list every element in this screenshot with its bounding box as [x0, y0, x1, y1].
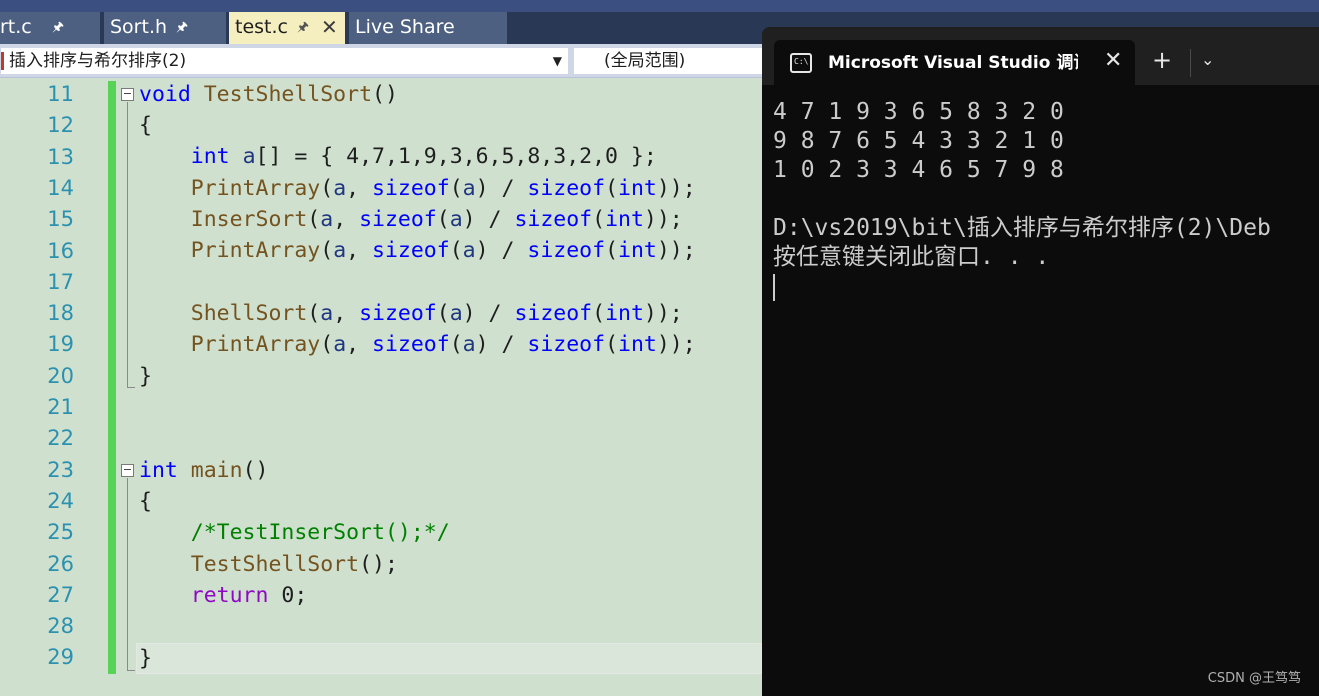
pin-icon[interactable]: 🖈	[176, 13, 188, 43]
terminal-tab-title: Microsoft Visual Studio 调试控制台	[828, 53, 1078, 73]
terminal-output-line: 4 7 1 9 3 6 5 8 3 2 0	[773, 99, 1064, 125]
line-number: 15	[47, 207, 74, 231]
code-editor[interactable]: 11 12 13 14 15 16 17 18 19 20 21 22 23 24 25 26 27 28 29 −…	[0, 79, 762, 696]
line-number: 19	[47, 332, 74, 356]
line-number: 29	[47, 645, 74, 669]
line-number: 25	[47, 520, 74, 544]
terminal-cursor	[773, 274, 775, 301]
line-number: 13	[47, 145, 74, 169]
tab-bar-top-strip	[0, 0, 1319, 12]
tab-sort-c[interactable]: rt.c 🖈	[0, 12, 100, 44]
collapse-icon[interactable]: −	[121, 88, 134, 101]
line-number: 24	[47, 489, 74, 513]
new-tab-plus-icon[interactable]: +	[1152, 45, 1172, 75]
line-number: 27	[47, 583, 74, 607]
fold-guide	[127, 478, 128, 670]
close-tab-icon[interactable]: ✕	[321, 12, 338, 42]
terminal-output-line: 1 0 2 3 3 4 6 5 7 9 8	[773, 157, 1064, 183]
chevron-down-icon[interactable]: ▼	[553, 48, 562, 74]
code-line-18[interactable]: ShellSort(a, sizeof(a) / sizeof(int));	[139, 298, 683, 329]
line-number: 14	[47, 176, 74, 200]
code-line-16[interactable]: PrintArray(a, sizeof(a) / sizeof(int));	[139, 235, 696, 266]
tab-sort-h-label: Sort.h	[110, 16, 168, 38]
current-line-highlight	[136, 643, 762, 674]
tab-live-share[interactable]: Live Share	[349, 12, 507, 44]
code-line-24[interactable]: {	[139, 486, 152, 517]
code-line-12[interactable]: {	[139, 110, 152, 141]
code-line-23[interactable]: int main()	[139, 455, 268, 486]
code-line-25[interactable]: /*TestInserSort();*/	[139, 517, 450, 548]
code-line-20[interactable]: }	[139, 361, 152, 392]
code-line-19[interactable]: PrintArray(a, sizeof(a) / sizeof(int));	[139, 329, 696, 360]
code-line-13[interactable]: int a[] = { 4,7,1,9,3,6,5,8,3,2,0 };	[139, 141, 657, 172]
code-line-26[interactable]: TestShellSort();	[139, 549, 398, 580]
code-line-29[interactable]: }	[139, 643, 152, 674]
tab-test-c[interactable]: test.c 🖈 ✕	[229, 12, 345, 44]
collapse-icon[interactable]: −	[121, 464, 134, 477]
line-number: 17	[47, 270, 74, 294]
terminal-output-line: 按任意键关闭此窗口. . .	[773, 244, 1050, 270]
watermark: CSDN @王笃笃	[1207, 671, 1301, 686]
scope-dropdown[interactable]: (全局范围)	[573, 47, 773, 75]
line-number: 11	[47, 82, 74, 106]
code-line-14[interactable]: PrintArray(a, sizeof(a) / sizeof(int));	[139, 173, 696, 204]
title-bar-separator	[1190, 49, 1191, 77]
project-dropdown[interactable]: 插入排序与希尔排序(2) ▼	[0, 47, 569, 75]
tab-test-c-label: test.c	[235, 16, 288, 38]
scope-dropdown-value: (全局范围)	[604, 51, 686, 71]
line-number: 23	[47, 458, 74, 482]
pin-icon[interactable]: 🖈	[52, 13, 64, 43]
terminal-tab[interactable]: C:\ Microsoft Visual Studio 调试控制台 ✕	[774, 40, 1135, 85]
line-number: 12	[47, 113, 74, 137]
fold-guide-end	[127, 387, 135, 388]
project-dropdown-value: 插入排序与希尔排序(2)	[9, 51, 187, 71]
line-number: 21	[47, 395, 74, 419]
close-icon[interactable]: ✕	[1104, 48, 1122, 74]
console-icon: C:\	[790, 53, 812, 73]
code-line-15[interactable]: InserSort(a, sizeof(a) / sizeof(int));	[139, 204, 683, 235]
line-number: 16	[47, 239, 74, 263]
line-number: 26	[47, 552, 74, 576]
line-number: 28	[47, 614, 74, 638]
terminal-title-bar: C:\ Microsoft Visual Studio 调试控制台 ✕ + ⌄	[762, 27, 1319, 85]
line-number: 18	[47, 301, 74, 325]
change-tracking-bar	[108, 81, 116, 674]
tab-sort-c-label: rt.c	[0, 16, 32, 38]
code-line-27[interactable]: return 0;	[139, 580, 308, 611]
terminal-output-line: D:\vs2019\bit\插入排序与希尔排序(2)\Deb	[773, 215, 1271, 241]
pin-icon[interactable]: 🖈	[297, 13, 309, 43]
tab-sort-h[interactable]: Sort.h 🖈	[104, 12, 226, 44]
fold-guide-end	[127, 670, 135, 671]
line-number: 20	[47, 364, 74, 388]
code-line-11[interactable]: void TestShellSort()	[139, 79, 398, 110]
debug-console-window[interactable]: C:\ Microsoft Visual Studio 调试控制台 ✕ + ⌄ …	[762, 27, 1319, 696]
tab-live-share-label: Live Share	[355, 16, 455, 38]
terminal-output-line: 9 8 7 6 5 4 3 3 2 1 0	[773, 128, 1064, 154]
fold-guide	[127, 102, 128, 387]
project-file-icon	[1, 52, 4, 70]
chevron-down-icon[interactable]: ⌄	[1201, 45, 1214, 75]
line-number: 22	[47, 426, 74, 450]
